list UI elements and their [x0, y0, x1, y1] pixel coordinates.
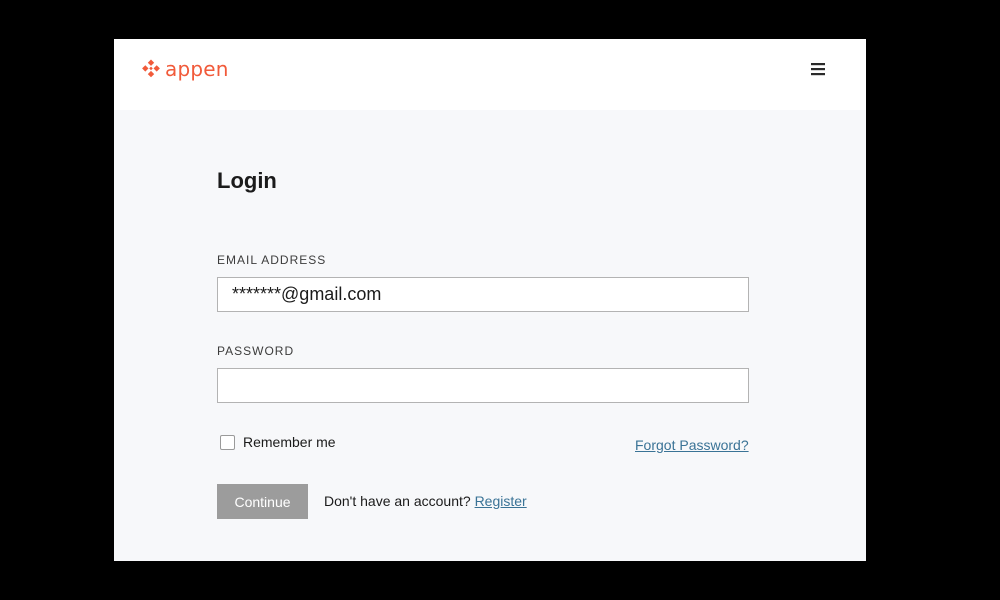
remember-me-option[interactable]: Remember me — [220, 434, 336, 450]
remember-me-checkbox[interactable] — [220, 434, 235, 450]
register-prompt: Don't have an account? Register — [324, 493, 527, 509]
email-label: EMAIL ADDRESS — [217, 253, 327, 267]
password-label: PASSWORD — [217, 344, 295, 358]
hamburger-menu-icon — [811, 63, 825, 76]
email-input[interactable] — [217, 277, 749, 312]
logo-text: appen — [165, 57, 229, 81]
remember-me-label[interactable]: Remember me — [243, 434, 336, 450]
appen-logo-icon — [142, 59, 160, 78]
continue-button[interactable]: Continue — [217, 484, 308, 519]
top-header: appen — [114, 39, 866, 110]
password-input[interactable] — [217, 368, 749, 403]
login-title: Login — [217, 168, 277, 193]
hamburger-menu-button[interactable] — [804, 59, 832, 79]
login-window: appen Login EMAIL ADDRESS PASSWORD Remem… — [114, 39, 866, 561]
appen-logo[interactable]: appen — [141, 57, 229, 81]
no-account-text: Don't have an account? — [324, 493, 471, 509]
forgot-password-link[interactable]: Forgot Password? — [635, 437, 749, 453]
register-link[interactable]: Register — [475, 493, 527, 509]
